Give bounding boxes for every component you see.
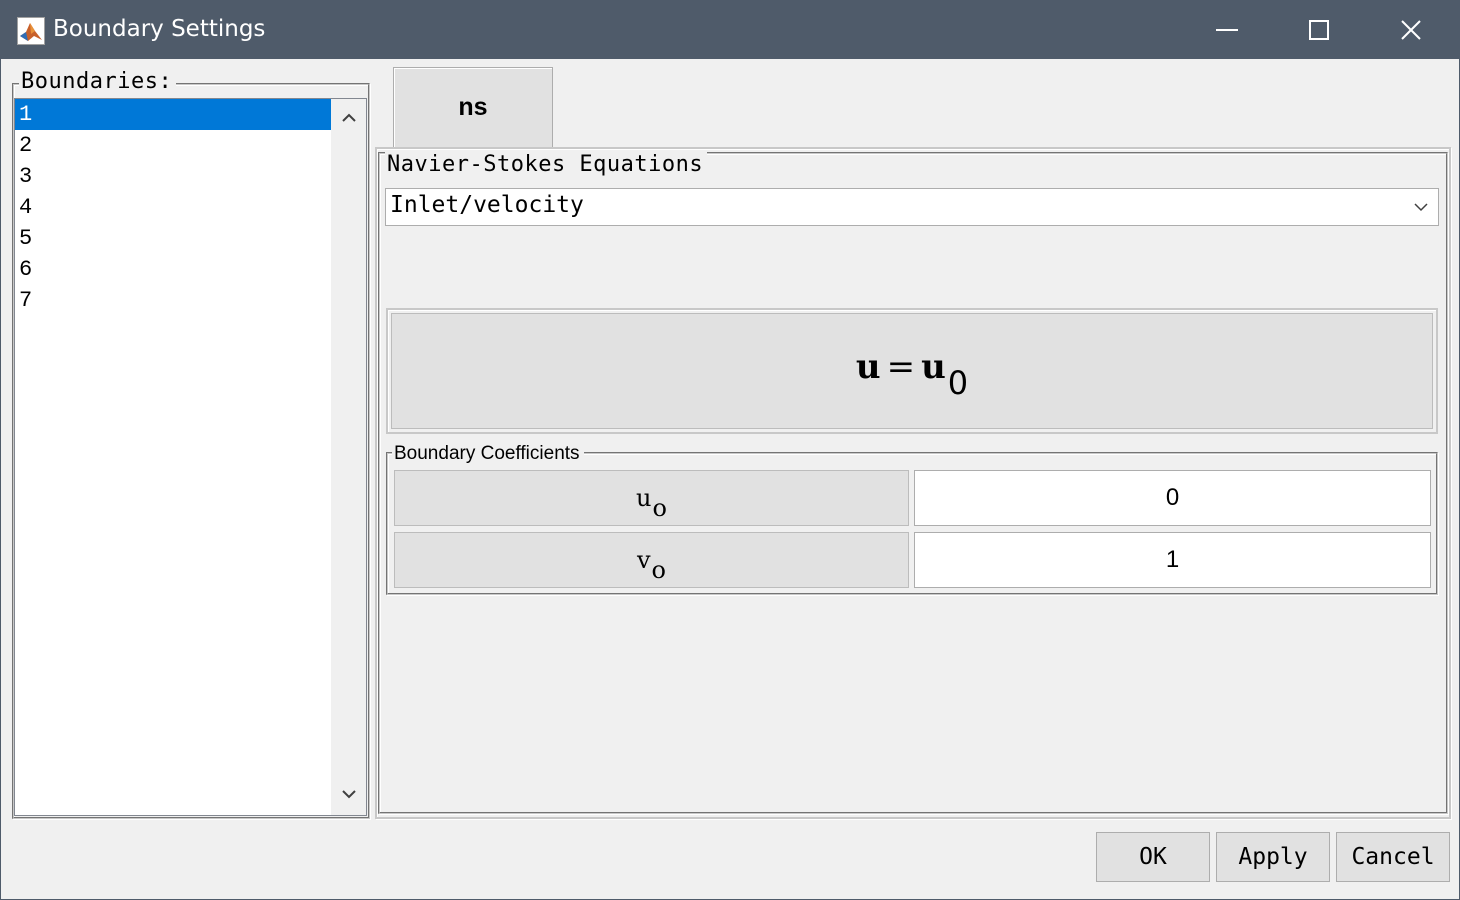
list-item[interactable]: 5	[15, 223, 331, 254]
list-item[interactable]: 1	[15, 99, 331, 130]
scroll-up-button[interactable]	[331, 101, 366, 137]
coefficient-input-v0[interactable]: 1	[914, 532, 1431, 588]
equation-rhs: u	[921, 347, 946, 387]
boundary-settings-window: Boundary Settings Boundaries: 1 2 3 4 5 …	[0, 0, 1460, 900]
chevron-down-icon	[341, 786, 356, 804]
equation-rhs-subscript: 0	[947, 364, 969, 402]
list-item[interactable]: 7	[15, 285, 331, 316]
matlab-icon	[17, 17, 45, 45]
boundary-coefficients-label: Boundary Coefficients	[392, 443, 584, 465]
boundaries-listbox[interactable]: 1 2 3 4 5 6 7	[14, 98, 367, 816]
chevron-down-icon[interactable]	[1404, 189, 1438, 225]
close-icon	[1400, 19, 1422, 41]
ok-button[interactable]: OK	[1096, 832, 1210, 882]
boundary-condition-value: Inlet/velocity	[390, 192, 584, 218]
cancel-button[interactable]: Cancel	[1336, 832, 1450, 882]
minimize-button[interactable]	[1181, 1, 1273, 59]
chevron-up-icon	[341, 110, 356, 128]
coefficient-input-u0[interactable]: 0	[914, 470, 1431, 526]
maximize-icon	[1308, 19, 1330, 41]
apply-button[interactable]: Apply	[1216, 832, 1330, 882]
scroll-down-button[interactable]	[331, 777, 366, 813]
list-item[interactable]: 4	[15, 192, 331, 223]
minimize-icon	[1216, 19, 1238, 41]
equation-display: u = u0	[386, 308, 1438, 434]
equation: u = u0	[855, 347, 968, 402]
tab-ns[interactable]: ns	[393, 67, 553, 147]
list-item[interactable]: 3	[15, 161, 331, 192]
list-scrollbar[interactable]	[331, 99, 366, 815]
list-item[interactable]: 6	[15, 254, 331, 285]
equation-sign: =	[886, 347, 916, 387]
boundary-condition-select[interactable]: Inlet/velocity	[385, 188, 1439, 226]
coefficient-label-u0: uo	[394, 470, 909, 526]
boundaries-label: Boundaries:	[19, 69, 177, 94]
close-button[interactable]	[1365, 1, 1457, 59]
equation-lhs: u	[855, 347, 881, 387]
navier-stokes-label: Navier-Stokes Equations	[385, 152, 708, 177]
list-item[interactable]: 2	[15, 130, 331, 161]
title-bar[interactable]: Boundary Settings	[1, 1, 1459, 59]
window-title: Boundary Settings	[53, 16, 266, 42]
coefficient-label-v0: vo	[394, 532, 909, 588]
maximize-button[interactable]	[1273, 1, 1365, 59]
